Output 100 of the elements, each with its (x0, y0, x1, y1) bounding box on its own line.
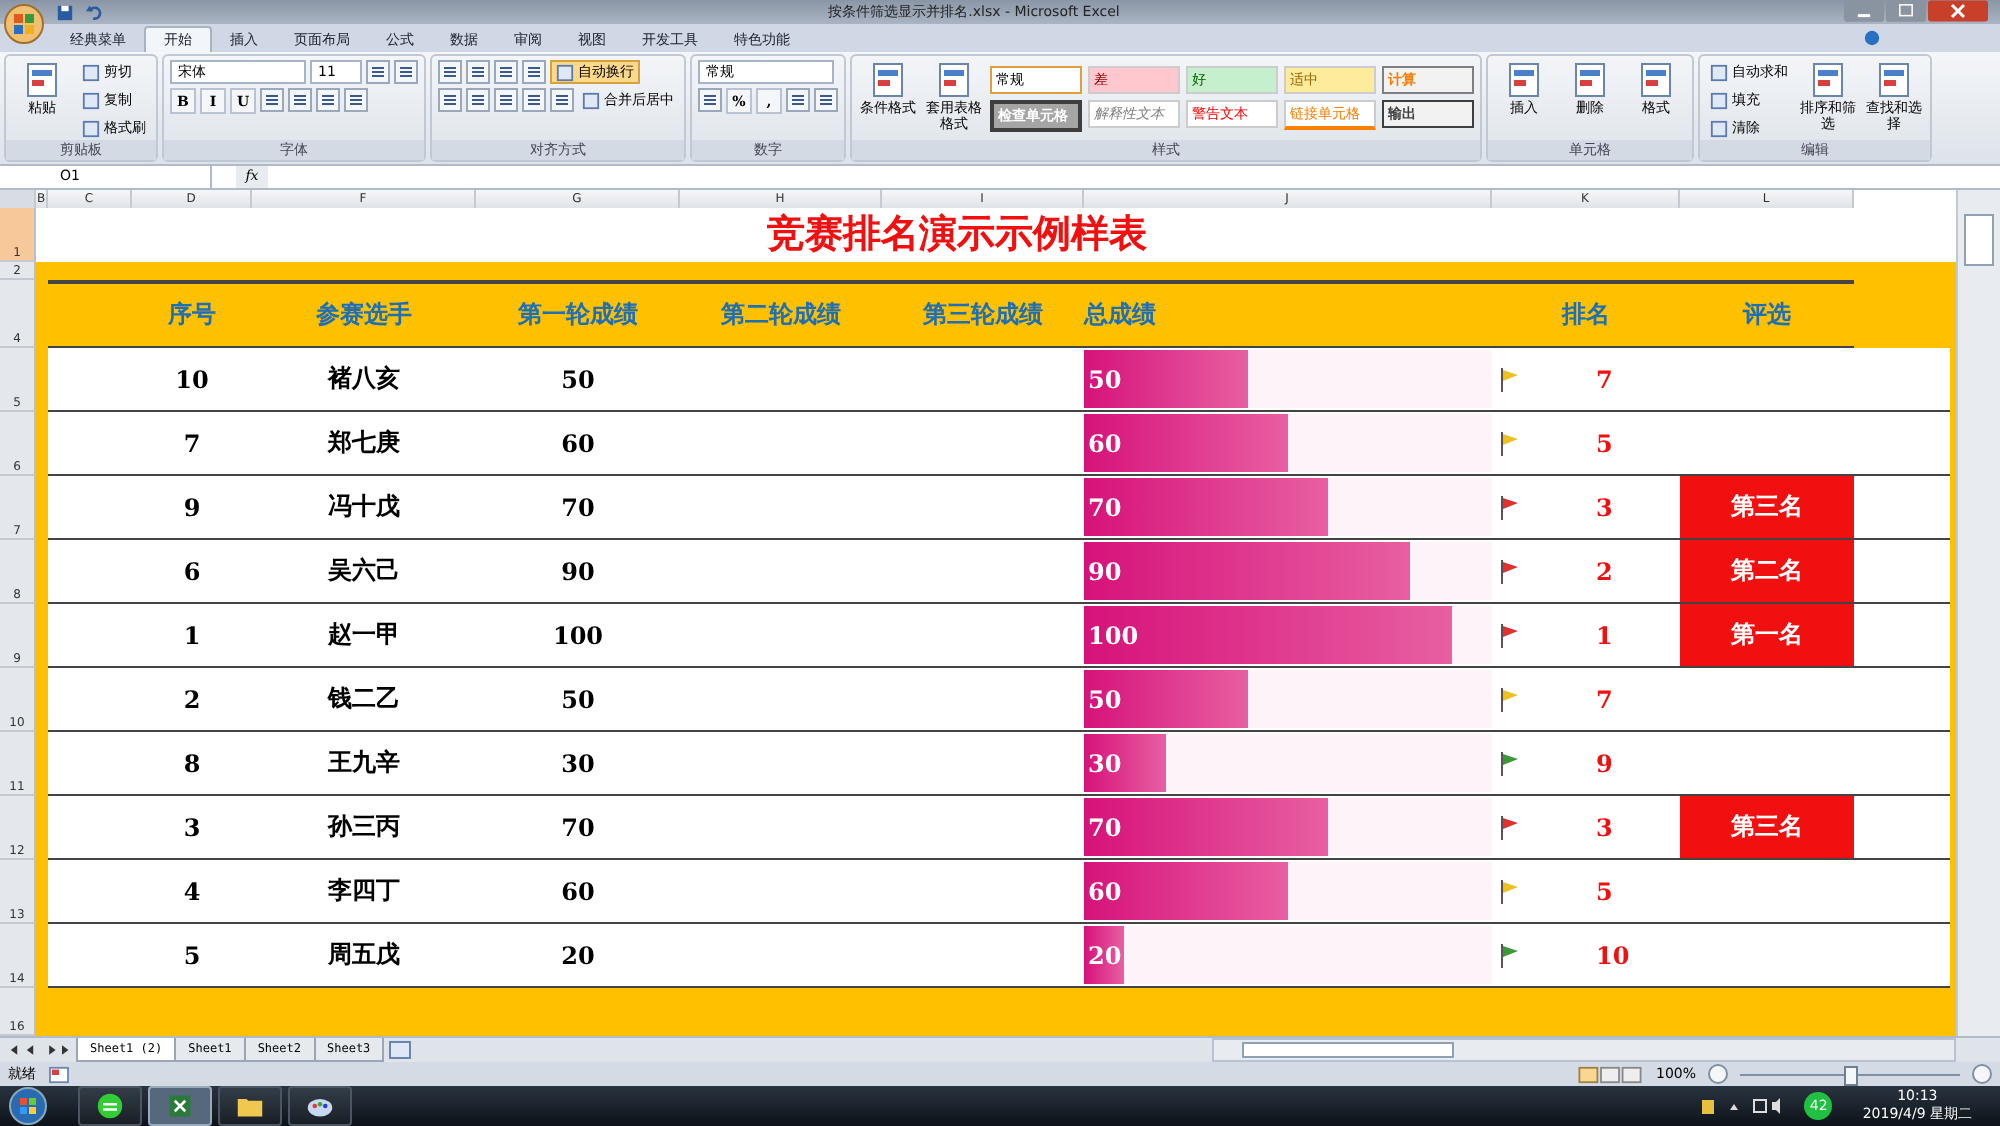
column-heading: 参赛选手 (314, 298, 414, 333)
horizontal-scrollbar[interactable] (1212, 1038, 1956, 1063)
lines-icon[interactable] (260, 88, 284, 113)
lines-icon[interactable] (814, 88, 838, 113)
zoom-in-button[interactable] (1972, 1064, 1992, 1085)
lines-icon[interactable] (438, 60, 462, 85)
table-cell: 6 (183, 557, 201, 586)
table-cell: 90 (561, 557, 595, 586)
table-cell: 2 (1596, 557, 1613, 586)
column-heading: 第二轮成绩 (719, 298, 843, 333)
table-cell: 郑七庚 (328, 426, 400, 461)
lines-icon[interactable] (466, 60, 490, 85)
lines-icon[interactable] (316, 88, 340, 113)
table-cell: 50 (561, 365, 595, 394)
table-cell-text: 70 (1086, 493, 1122, 522)
spreadsheet-icon (166, 1092, 194, 1120)
minimize-icon[interactable] (1844, 0, 1884, 22)
circle-app-icon (96, 1092, 124, 1120)
table-cell: 8 (183, 749, 201, 778)
column-heading: 评选 (1740, 298, 1793, 333)
lines-icon[interactable] (698, 88, 722, 113)
table-cell: 5 (183, 941, 201, 970)
table-cell-text: 20 (1086, 941, 1122, 970)
table-cell: 王九辛 (328, 746, 400, 781)
table-cell: 7 (1596, 365, 1613, 394)
taskbar-app-button[interactable] (288, 1086, 352, 1126)
lines-icon[interactable] (394, 60, 418, 85)
taskbar-app-button[interactable] (218, 1086, 282, 1126)
award-label: 第二名 (1680, 540, 1854, 603)
award-label: 第三名 (1680, 796, 1854, 859)
table-cell: 5 (1596, 877, 1613, 906)
table-cell: 30 (561, 749, 595, 778)
table-cell-text: 50 (1086, 685, 1122, 714)
tray-icons-icon[interactable] (1702, 1096, 1783, 1116)
lines-icon[interactable] (494, 60, 518, 85)
table-cell: 钱二乙 (328, 682, 400, 717)
table-cell: 7 (183, 429, 201, 458)
table-cell: 10 (175, 365, 209, 394)
table-cell-text: 70 (1086, 813, 1122, 842)
lines-icon[interactable] (786, 88, 810, 113)
table-cell: 3 (1596, 493, 1613, 522)
table-cell: 50 (561, 685, 595, 714)
table-cell-text: 50 (1086, 365, 1122, 394)
save-icon[interactable] (56, 3, 74, 21)
table-cell: 1 (183, 621, 201, 650)
zoom-out-button[interactable] (1708, 1064, 1728, 1085)
lines-icon[interactable] (466, 88, 490, 113)
award-label: 第三名 (1680, 476, 1854, 539)
table-cell: 冯十戊 (328, 490, 400, 525)
table-cell-text: 100 (1086, 621, 1139, 650)
lines-icon[interactable] (550, 88, 574, 113)
lines-icon[interactable] (366, 60, 390, 85)
table-cell: 吴六己 (328, 554, 400, 589)
table-cell: 孙三丙 (328, 810, 400, 845)
table-cell-text: 90 (1086, 557, 1122, 586)
table-cell-text: 30 (1086, 749, 1122, 778)
close-icon[interactable] (1928, 0, 1988, 22)
sheet-title: 竞赛排名演示示例样表 (767, 210, 1147, 261)
table-cell-text: 60 (1086, 877, 1122, 906)
table-cell: 李四丁 (328, 874, 400, 909)
start-button-icon[interactable] (8, 1086, 48, 1126)
table-cell: 60 (561, 429, 595, 458)
view-buttons-icon[interactable] (1575, 1065, 1644, 1084)
macro-icon[interactable] (48, 1065, 70, 1084)
award-label: 第一名 (1680, 604, 1854, 667)
table-cell: 赵一甲 (328, 618, 400, 653)
table-cell: 70 (561, 813, 595, 842)
vertical-scrollbar[interactable] (1956, 190, 2000, 1037)
table-cell: 20 (561, 941, 595, 970)
lines-icon[interactable] (494, 88, 518, 113)
table-cell: 4 (183, 877, 201, 906)
table-cell: 5 (1596, 429, 1613, 458)
taskbar-app-button[interactable] (78, 1086, 142, 1126)
column-heading: 排名 (1559, 298, 1612, 333)
lines-icon[interactable] (438, 88, 462, 113)
table-cell: 1 (1596, 621, 1613, 650)
column-heading: 总成绩 (1084, 298, 1158, 333)
table-cell: 9 (183, 493, 201, 522)
lines-icon[interactable] (522, 60, 546, 85)
table-cell: 60 (561, 877, 595, 906)
column-heading: 第三轮成绩 (921, 298, 1045, 333)
zoom-slider[interactable] (1844, 1065, 1858, 1086)
table-cell: 3 (183, 813, 201, 842)
column-heading: 序号 (166, 298, 218, 333)
table-cell: 2 (183, 685, 201, 714)
table-cell: 100 (552, 621, 604, 650)
table-cell: 9 (1596, 749, 1613, 778)
table-cell-text: 60 (1086, 429, 1122, 458)
lines-icon[interactable] (344, 88, 368, 113)
table-cell: 70 (561, 493, 595, 522)
maximize-icon[interactable] (1886, 0, 1926, 22)
column-heading: 第一轮成绩 (516, 298, 640, 333)
lines-icon[interactable] (288, 88, 312, 113)
table-cell: 10 (1596, 941, 1630, 970)
table-cell: 3 (1596, 813, 1613, 842)
lines-icon[interactable] (522, 88, 546, 113)
table-cell: 7 (1596, 685, 1613, 714)
new-sheet-icon[interactable] (388, 1040, 413, 1061)
undo-icon[interactable] (86, 3, 104, 21)
table-cell: 褚八亥 (328, 362, 400, 397)
